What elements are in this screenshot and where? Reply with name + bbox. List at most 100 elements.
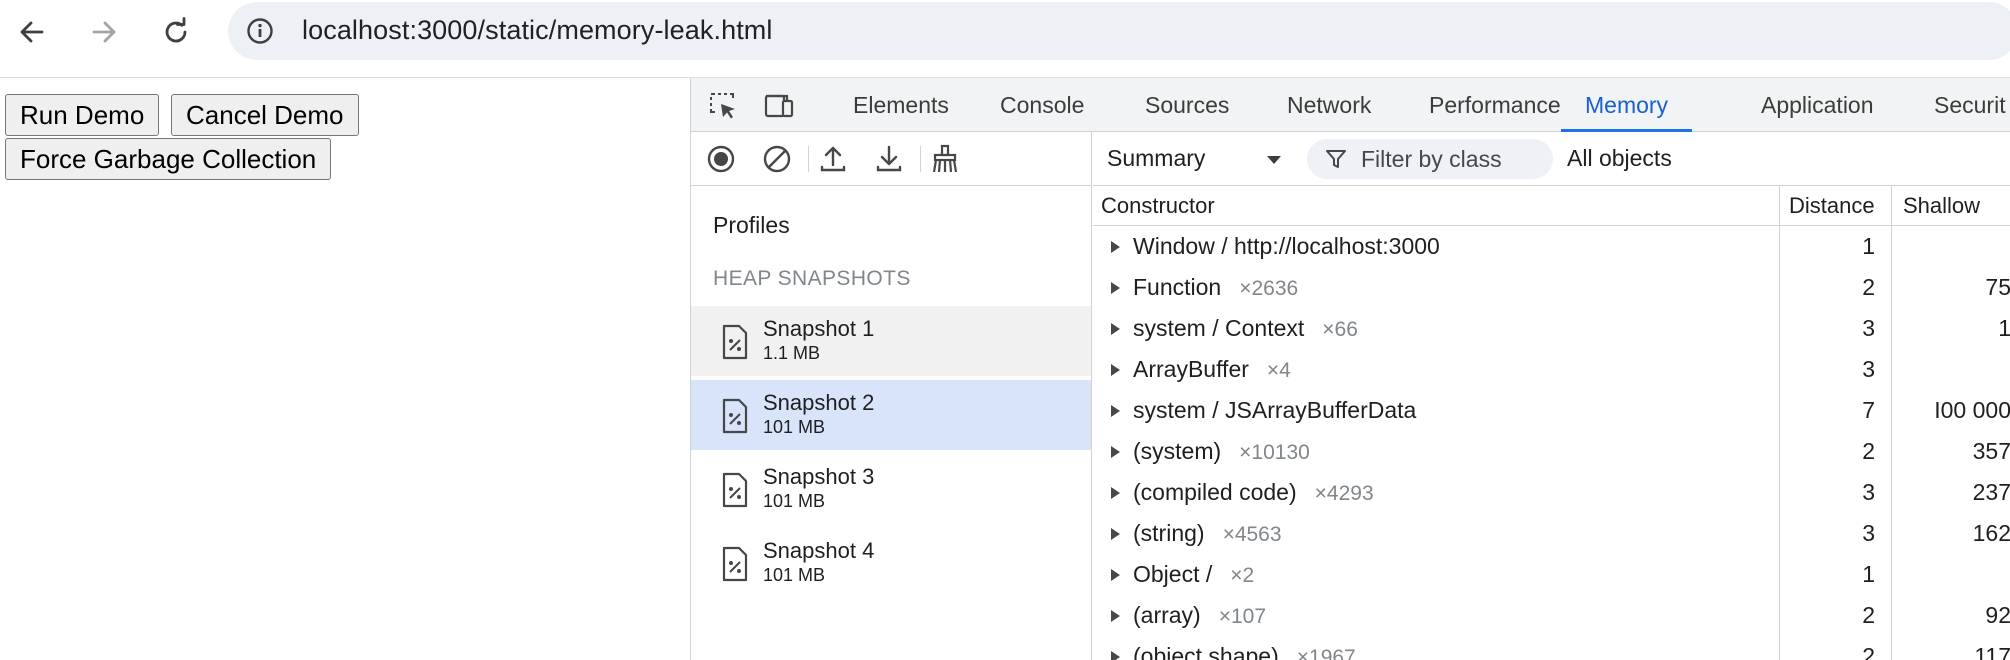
browser-toolbar: localhost:3000/static/memory-leak.html (0, 0, 2010, 78)
heap-snapshot-icon (722, 324, 748, 360)
constructor-label: Object / (1133, 561, 1213, 587)
shallow-size-value: 237 (1972, 479, 2010, 505)
expand-triangle-icon[interactable] (1111, 405, 1120, 417)
download-icon[interactable] (873, 143, 905, 175)
clear-icon[interactable] (761, 143, 793, 175)
shallow-size-value: 1 (1998, 315, 2010, 341)
snapshot-item[interactable]: Snapshot 4 101 MB (691, 528, 1091, 598)
device-toolbar-icon[interactable] (763, 90, 795, 122)
snapshot-size: 1.1 MB (763, 343, 821, 363)
tab-application[interactable]: Application (1761, 78, 1874, 132)
table-row[interactable]: (system) ×10130 2 357 (1093, 431, 2010, 472)
objects-filter-select[interactable]: All objects (1567, 145, 1672, 172)
heap-snapshot-view: Summary Filter by class All objects Cons… (1093, 132, 2010, 660)
expand-triangle-icon[interactable] (1111, 282, 1120, 294)
table-row[interactable]: (object shape) ×1967 2 117 (1093, 636, 2010, 660)
tab-sources[interactable]: Sources (1145, 78, 1229, 132)
heap-snapshots-heading: HEAP SNAPSHOTS (713, 267, 911, 290)
caret-down-icon[interactable] (1265, 154, 1283, 166)
distance-value: 3 (1862, 315, 1875, 341)
devtools-tabbar: Elements Console Sources Network Perform… (691, 78, 2010, 132)
column-shallow-size[interactable]: Shallow (1903, 186, 2010, 226)
profiles-heading: Profiles (713, 212, 790, 238)
distance-value: 3 (1862, 479, 1875, 505)
address-bar[interactable]: localhost:3000/static/memory-leak.html (228, 2, 2010, 60)
tab-performance[interactable]: Performance (1429, 78, 1561, 132)
tab-console[interactable]: Console (1000, 78, 1084, 132)
constructor-name: system / Context ×66 (1133, 315, 1358, 342)
snapshot-item-selected[interactable]: Snapshot 2 101 MB (691, 380, 1091, 450)
object-count: ×107 (1218, 605, 1267, 628)
expand-triangle-icon[interactable] (1111, 487, 1120, 499)
distance-value: 1 (1862, 561, 1875, 587)
distance-value: 2 (1862, 643, 1875, 660)
constructor-label: Window / http://localhost:3000 (1133, 233, 1440, 259)
distance-value: 3 (1862, 356, 1875, 382)
constructor-name: (object shape) ×1967 (1133, 643, 1356, 660)
snapshot-size: 101 MB (763, 565, 826, 585)
expand-triangle-icon[interactable] (1111, 446, 1120, 458)
url-text[interactable]: localhost:3000/static/memory-leak.html (302, 15, 773, 46)
shallow-size-value: I00 000 (1934, 397, 2010, 423)
heap-snapshot-icon (722, 398, 748, 434)
reload-button[interactable] (156, 12, 196, 52)
table-row[interactable]: (compiled code) ×4293 3 237 (1093, 472, 2010, 513)
column-constructor[interactable]: Constructor (1101, 186, 1215, 226)
distance-value: 2 (1862, 438, 1875, 464)
tab-elements[interactable]: Elements (853, 78, 949, 132)
forward-button[interactable] (84, 12, 124, 52)
shallow-size-value: 162 (1972, 520, 2010, 546)
table-row[interactable]: Window / http://localhost:3000 1 (1093, 226, 2010, 267)
constructor-label: system / Context (1133, 315, 1305, 341)
table-row[interactable]: (string) ×4563 3 162 (1093, 513, 2010, 554)
object-count: ×2 (1230, 564, 1255, 587)
snapshot-item[interactable]: Snapshot 3 101 MB (691, 454, 1091, 524)
column-distance[interactable]: Distance (1789, 186, 1875, 226)
object-count: ×66 (1322, 318, 1358, 341)
distance-value: 2 (1862, 274, 1875, 300)
expand-triangle-icon[interactable] (1111, 364, 1120, 376)
table-row[interactable]: Function ×2636 2 75 (1093, 267, 2010, 308)
force-gc-button[interactable]: Force Garbage Collection (5, 138, 332, 180)
heap-snapshot-icon (722, 472, 748, 508)
distance-value: 2 (1862, 602, 1875, 628)
expand-triangle-icon[interactable] (1111, 323, 1120, 335)
tab-memory[interactable]: Memory (1560, 78, 1693, 132)
class-filter-input[interactable]: Filter by class (1307, 139, 1553, 179)
arrow-right-icon (92, 21, 116, 43)
tab-network[interactable]: Network (1287, 78, 1371, 132)
expand-triangle-icon[interactable] (1111, 241, 1120, 253)
expand-triangle-icon[interactable] (1111, 610, 1120, 622)
expand-triangle-icon[interactable] (1111, 528, 1120, 540)
table-row[interactable]: (array) ×107 2 92 (1093, 595, 2010, 636)
upload-icon[interactable] (817, 143, 849, 175)
back-button[interactable] (12, 12, 52, 52)
object-count: ×2636 (1239, 277, 1299, 300)
tab-security[interactable]: Securit (1934, 78, 2006, 132)
expand-triangle-icon[interactable] (1111, 651, 1120, 660)
table-row[interactable]: ArrayBuffer ×4 3 (1093, 349, 2010, 390)
object-count: ×4563 (1222, 523, 1282, 546)
run-demo-button[interactable]: Run Demo (5, 94, 160, 136)
table-row[interactable]: system / JSArrayBufferData 7 I00 000 (1093, 390, 2010, 431)
table-row[interactable]: Object / ×2 1 (1093, 554, 2010, 595)
constructor-label: ArrayBuffer (1133, 356, 1249, 382)
distance-value: 3 (1862, 520, 1875, 546)
snapshot-toolbar: Summary Filter by class All objects (1093, 132, 2010, 186)
reload-icon (165, 17, 187, 43)
constructor-label: system / JSArrayBufferData (1133, 397, 1417, 423)
record-icon[interactable] (705, 143, 737, 175)
table-row[interactable]: system / Context ×66 3 1 (1093, 308, 2010, 349)
distance-value: 1 (1862, 233, 1875, 259)
info-icon[interactable] (246, 17, 274, 45)
profiles-toolbar (691, 132, 1091, 186)
snapshot-item[interactable]: Snapshot 1 1.1 MB (691, 306, 1091, 376)
view-select[interactable]: Summary (1107, 145, 1205, 172)
inspect-element-icon[interactable] (707, 90, 739, 122)
constructor-name: (system) ×10130 (1133, 438, 1310, 465)
collect-garbage-icon[interactable] (929, 143, 961, 175)
expand-triangle-icon[interactable] (1111, 569, 1120, 581)
cancel-demo-button[interactable]: Cancel Demo (171, 94, 359, 136)
profiles-sidebar: Profiles HEAP SNAPSHOTS Snapshot 1 1.1 M… (691, 132, 1092, 660)
snapshot-name: Snapshot 4 (763, 538, 875, 563)
